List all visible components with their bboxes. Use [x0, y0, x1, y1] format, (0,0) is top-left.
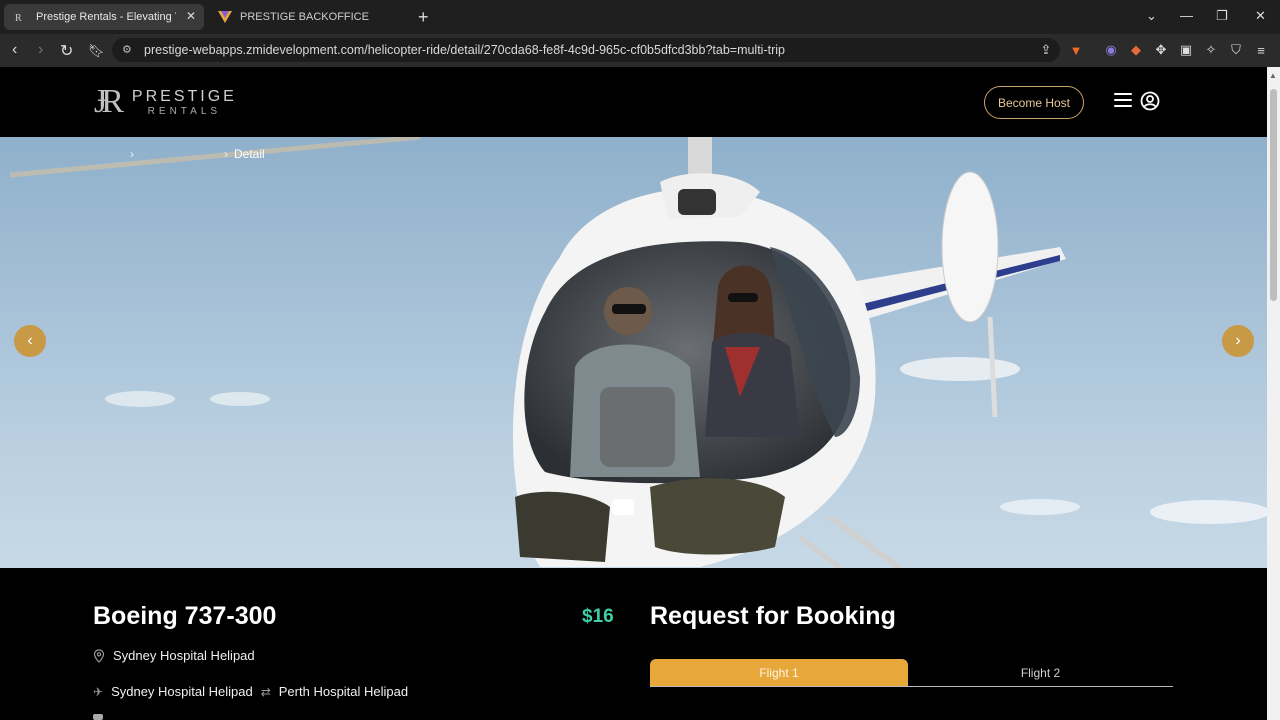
- extension-fox-icon[interactable]: ◆: [1128, 42, 1144, 58]
- triangle-logo-icon: [218, 10, 232, 24]
- share-icon[interactable]: ⇪: [1038, 42, 1054, 58]
- flight-tabs: Flight 1 Flight 2: [650, 659, 1173, 687]
- page: ɈR PRESTIGE RENTALS Become Host › › Deta…: [0, 67, 1267, 720]
- hamburger-menu-icon[interactable]: [1114, 93, 1132, 107]
- listing-price: $16: [582, 606, 614, 627]
- user-icon: [93, 714, 103, 720]
- browser-toolbar: ‹ › ↻ 🔖︎ ⚙ prestige-webapps.zmidevelopme…: [0, 34, 1280, 67]
- forward-icon[interactable]: ›: [38, 41, 43, 59]
- minimize-icon[interactable]: —: [1180, 8, 1193, 23]
- location-pin-icon: [93, 648, 105, 663]
- next-slide-button[interactable]: ›: [1222, 325, 1254, 357]
- restore-icon[interactable]: ❐: [1216, 8, 1228, 24]
- tab-title: Prestige Rentals - Elevating Your: [36, 11, 176, 23]
- logo-word: PRESTIGE: [131, 87, 237, 105]
- booking-title: Request for Booking: [650, 602, 896, 630]
- bookmark-icon[interactable]: 🔖︎: [88, 43, 105, 59]
- browser-tab-backoffice[interactable]: PRESTIGE BACKOFFICE: [208, 4, 408, 30]
- logo-sub: RENTALS: [147, 105, 222, 117]
- previous-slide-button[interactable]: ‹: [14, 325, 46, 357]
- back-icon[interactable]: ‹: [12, 41, 17, 59]
- helicopter-with-pilot-and-passenger-image: [9, 137, 1267, 568]
- route-row: ✈ Sydney Hospital Helipad ⇄ Perth Hospit…: [93, 684, 408, 699]
- tab-flight-1[interactable]: Flight 1: [650, 659, 908, 686]
- site-settings-icon[interactable]: ⚙: [122, 43, 132, 56]
- route-to: Perth Hospital Helipad: [278, 684, 409, 699]
- hero-image: › › Detail ‹ ›: [0, 137, 1267, 568]
- route-from: Sydney Hospital Helipad: [111, 684, 253, 699]
- takeoff-icon: ✈: [93, 684, 104, 699]
- chevron-left-icon: ‹: [27, 332, 33, 349]
- brave-shield-icon[interactable]: ▼: [1068, 42, 1084, 58]
- chevron-right-icon: ›: [1235, 332, 1241, 349]
- address-bar[interactable]: ⚙ prestige-webapps.zmidevelopment.com/he…: [112, 38, 1060, 62]
- location-row: Sydney Hospital Helipad: [93, 648, 255, 663]
- sidebar-icon[interactable]: ▣: [1178, 42, 1194, 58]
- user-account-icon[interactable]: [1140, 91, 1160, 111]
- become-host-button[interactable]: Become Host: [984, 86, 1084, 119]
- tab-list-chevron-icon[interactable]: ⌄: [1146, 8, 1157, 24]
- logo-mark: ɈR: [94, 83, 124, 120]
- location-text: Sydney Hospital Helipad: [113, 648, 255, 663]
- leo-ai-icon[interactable]: ✧: [1203, 42, 1219, 58]
- reload-icon[interactable]: ↻: [60, 41, 73, 61]
- pr-logo-icon: R: [14, 10, 28, 24]
- breadcrumb-chevron-icon: ›: [224, 147, 228, 161]
- svg-text:R: R: [15, 13, 22, 23]
- menu-icon[interactable]: ≡: [1253, 42, 1269, 58]
- swap-arrows-icon: ⇄: [260, 684, 271, 699]
- listing-title: Boeing 737-300: [93, 602, 277, 630]
- tab-title: PRESTIGE BACKOFFICE: [240, 11, 369, 23]
- scroll-up-icon[interactable]: ▲: [1269, 71, 1277, 80]
- extension-icon[interactable]: ◉: [1103, 42, 1119, 58]
- close-tab-icon[interactable]: ✕: [186, 9, 196, 23]
- new-tab-button[interactable]: +: [418, 7, 429, 28]
- tab-flight-2[interactable]: Flight 2: [908, 659, 1173, 686]
- scrollbar-thumb[interactable]: [1270, 89, 1277, 301]
- site-header: ɈR PRESTIGE RENTALS Become Host: [0, 67, 1267, 137]
- close-window-icon[interactable]: ✕: [1255, 8, 1266, 24]
- breadcrumb: › › Detail: [130, 147, 265, 161]
- extensions-puzzle-icon[interactable]: ✥: [1153, 42, 1169, 58]
- browser-tab-bar: R Prestige Rentals - Elevating Your ✕ PR…: [0, 0, 1280, 34]
- listing-details: Boeing 737-300 $16 Sydney Hospital Helip…: [0, 568, 1267, 720]
- page-scrollbar[interactable]: ▲: [1267, 67, 1280, 720]
- vpn-icon[interactable]: ⛉: [1228, 42, 1244, 58]
- site-logo[interactable]: ɈR PRESTIGE RENTALS: [94, 85, 237, 119]
- breadcrumb-chevron-icon: ›: [130, 147, 134, 161]
- browser-tab-prestige-rentals[interactable]: R Prestige Rentals - Elevating Your ✕: [4, 4, 204, 30]
- url-text: prestige-webapps.zmidevelopment.com/heli…: [144, 43, 785, 57]
- breadcrumb-current: Detail: [234, 147, 265, 161]
